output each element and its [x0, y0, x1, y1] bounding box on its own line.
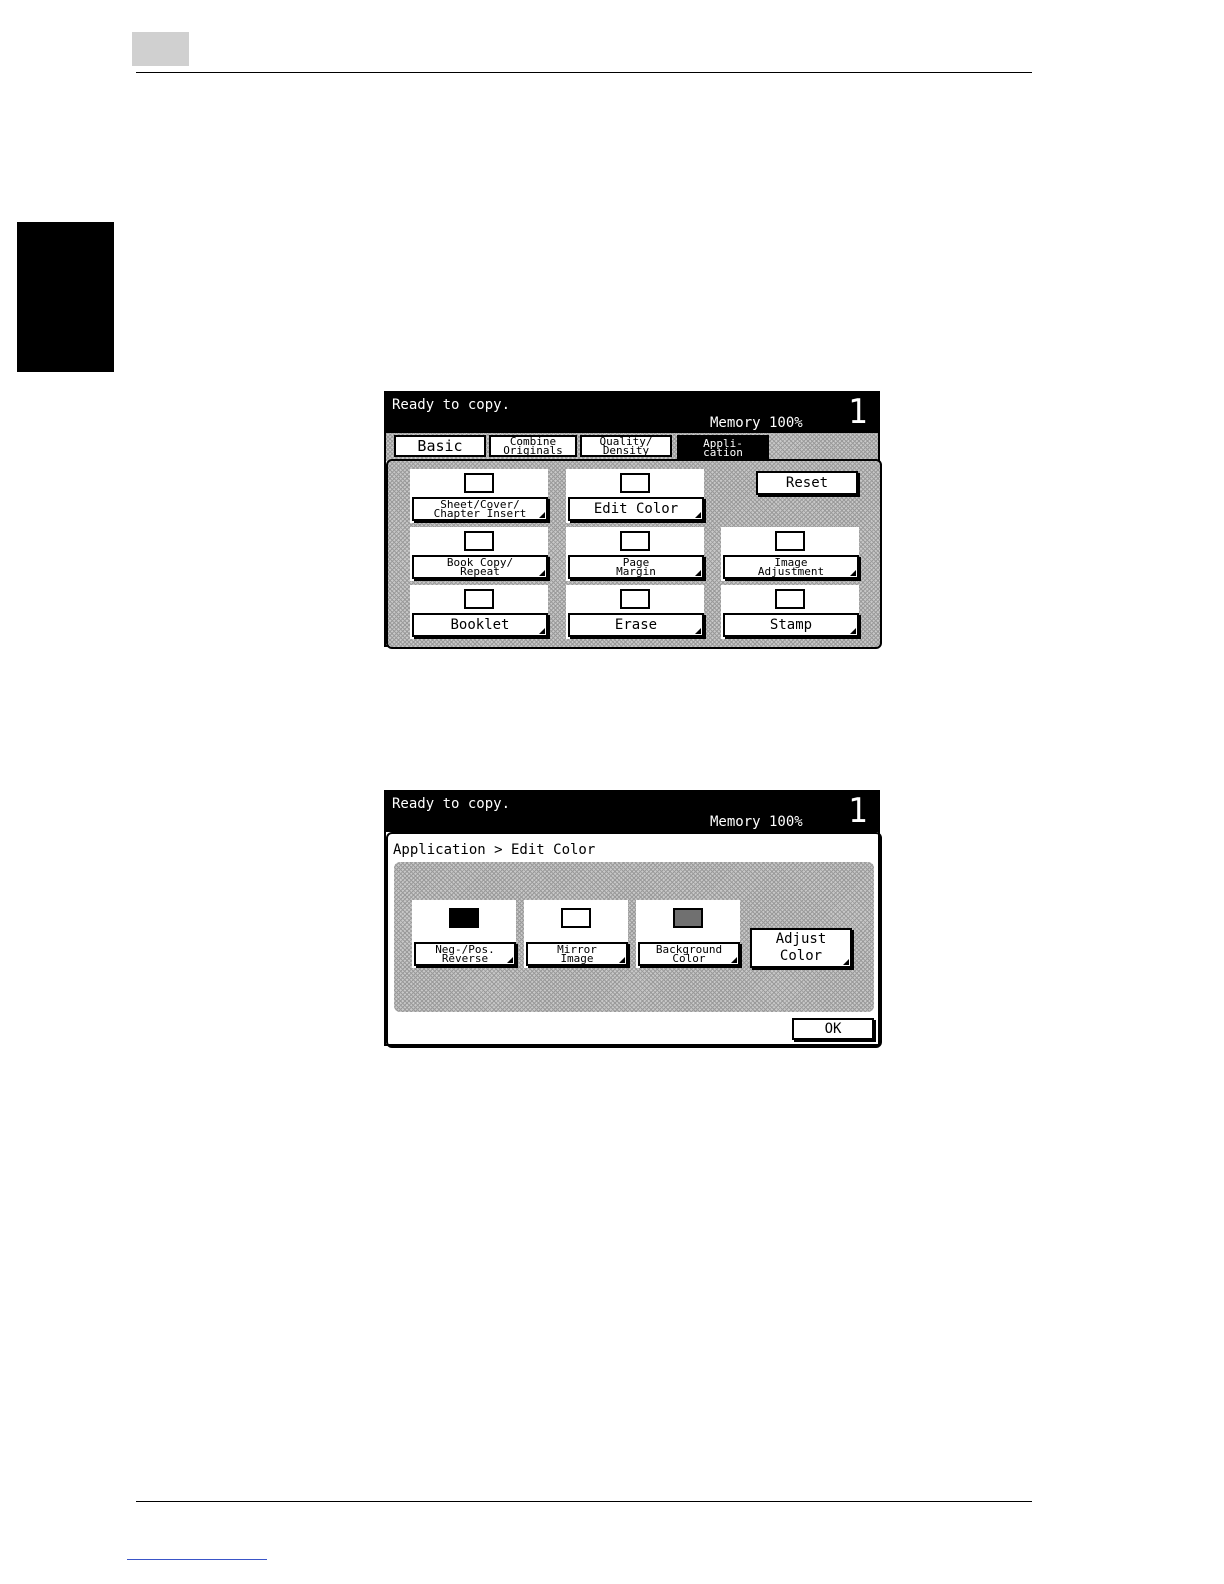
page-margin-tile: Page Margin — [566, 527, 704, 581]
edit-color-button[interactable]: Edit Color — [568, 497, 704, 521]
stamp-icon — [775, 589, 805, 609]
book-copy-icon — [464, 531, 494, 551]
banana-icon — [620, 473, 650, 493]
mirror-image-tile: Mirror Image — [524, 900, 628, 968]
sheet-cover-chapter-insert-button[interactable]: Sheet/Cover/ Chapter Insert — [412, 497, 548, 521]
background-color-tile: Background Color — [636, 900, 740, 968]
image-adjustment-tile: Image Adjustment — [721, 527, 859, 581]
header-rule — [136, 72, 1032, 73]
image-adjustment-button[interactable]: Image Adjustment — [723, 555, 859, 579]
tab-quality-density[interactable]: Quality/ Density — [580, 435, 672, 457]
banana-negative-icon — [449, 908, 479, 928]
booklet-tile: Booklet — [410, 585, 548, 639]
neg-pos-reverse-tile: Neg-/Pos. Reverse — [412, 900, 516, 968]
banana-background-icon — [673, 908, 703, 928]
copy-count: 1 — [848, 392, 868, 432]
status-message: Ready to copy. — [392, 397, 511, 413]
tab-strip: Basic Combine Originals Quality/ Density… — [386, 433, 878, 461]
status-bar: Ready to copy. Memory 100% 1 — [386, 792, 878, 832]
book-copy-repeat-button[interactable]: Book Copy/ Repeat — [412, 555, 548, 579]
reset-button[interactable]: Reset — [756, 471, 858, 495]
erase-icon — [620, 589, 650, 609]
stamp-button[interactable]: Stamp — [723, 613, 859, 637]
stamp-tile: Stamp — [721, 585, 859, 639]
insert-sheet-icon — [464, 473, 494, 493]
page-margin-button[interactable]: Page Margin — [568, 555, 704, 579]
chapter-tab — [17, 222, 114, 372]
memory-indicator: Memory 100% — [710, 814, 803, 830]
tab-application[interactable]: Appli- cation — [677, 435, 769, 461]
image-adjust-icon — [775, 531, 805, 551]
status-bar: Ready to copy. Memory 100% 1 — [386, 393, 878, 433]
footer-link-underline — [127, 1559, 267, 1560]
sheet-cover-tile: Sheet/Cover/ Chapter Insert — [410, 469, 548, 523]
edit-color-screen: Ready to copy. Memory 100% 1 Application… — [384, 790, 882, 1048]
edit-color-tile: Edit Color — [566, 469, 704, 523]
booklet-button[interactable]: Booklet — [412, 613, 548, 637]
neg-pos-reverse-button[interactable]: Neg-/Pos. Reverse — [414, 942, 516, 966]
booklet-icon — [464, 589, 494, 609]
ok-button[interactable]: OK — [792, 1018, 874, 1040]
memory-indicator: Memory 100% — [710, 415, 803, 431]
copy-count: 1 — [848, 791, 868, 831]
page-number-box — [132, 32, 189, 66]
tab-combine-originals[interactable]: Combine Originals — [489, 435, 577, 457]
adjust-color-button[interactable]: Adjust Color — [750, 928, 852, 968]
mirror-image-button[interactable]: Mirror Image — [526, 942, 628, 966]
status-message: Ready to copy. — [392, 796, 511, 812]
edit-color-options-area: Neg-/Pos. Reverse Mirror Image Backgroun… — [394, 862, 874, 1012]
footer-rule — [136, 1501, 1032, 1502]
book-copy-tile: Book Copy/ Repeat — [410, 527, 548, 581]
erase-tile: Erase — [566, 585, 704, 639]
tab-basic[interactable]: Basic — [394, 435, 486, 457]
banana-mirror-icon — [561, 908, 591, 928]
page-margin-icon — [620, 531, 650, 551]
background-color-button[interactable]: Background Color — [638, 942, 740, 966]
edit-color-content: Application > Edit Color Neg-/Pos. Rever… — [386, 832, 882, 1048]
application-screen: Ready to copy. Memory 100% 1 Basic Combi… — [384, 391, 882, 649]
breadcrumb: Application > Edit Color — [393, 842, 596, 858]
application-content: Sheet/Cover/ Chapter Insert Edit Color R… — [386, 459, 882, 649]
erase-button[interactable]: Erase — [568, 613, 704, 637]
